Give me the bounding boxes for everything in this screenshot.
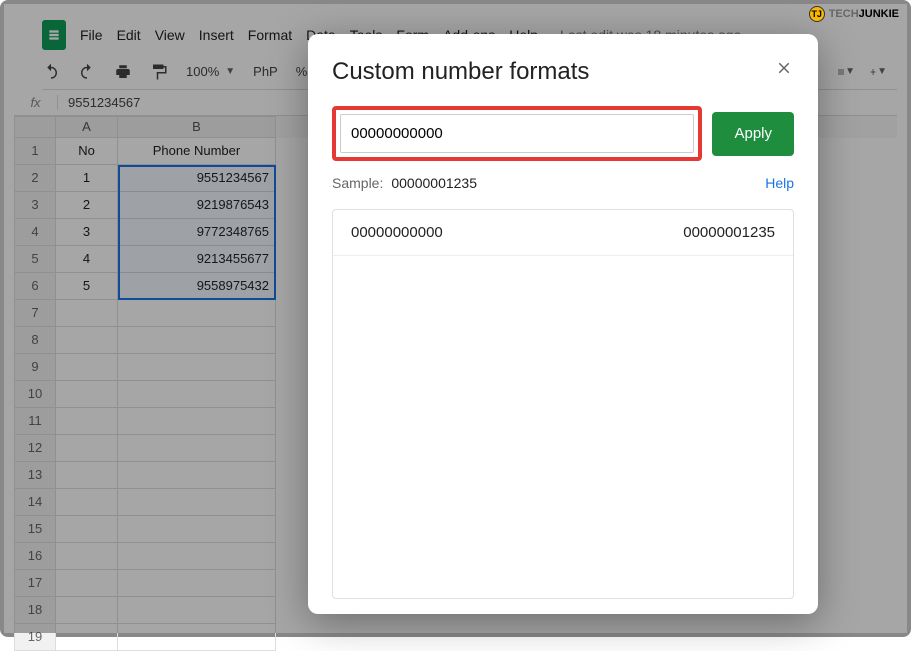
chevron-down-icon: ▼ — [225, 66, 235, 77]
vertical-align-icon[interactable]: ▼ — [869, 63, 887, 81]
row-header[interactable]: 18 — [14, 597, 56, 624]
row-header[interactable]: 5 — [14, 246, 56, 273]
format-input[interactable] — [340, 114, 694, 153]
dialog-title: Custom number formats — [332, 58, 794, 86]
cell[interactable] — [118, 570, 276, 597]
currency-format-button[interactable]: PhP — [253, 64, 278, 79]
cell[interactable] — [56, 597, 118, 624]
sample-label: Sample: — [332, 175, 383, 191]
percent-format-button[interactable]: % — [296, 64, 308, 79]
paint-format-icon[interactable] — [150, 63, 168, 81]
row-header[interactable]: 13 — [14, 462, 56, 489]
cell[interactable] — [56, 543, 118, 570]
zoom-value: 100% — [186, 64, 219, 79]
menu-view[interactable]: View — [155, 27, 185, 43]
formula-label: fx — [14, 95, 58, 110]
row-header[interactable]: 8 — [14, 327, 56, 354]
cell[interactable] — [56, 381, 118, 408]
cell[interactable] — [56, 408, 118, 435]
column-header-a[interactable]: A — [56, 116, 118, 138]
cell[interactable] — [56, 300, 118, 327]
row-header[interactable]: 15 — [14, 516, 56, 543]
formula-value[interactable]: 9551234567 — [58, 95, 140, 110]
row-header[interactable]: 6 — [14, 273, 56, 300]
cell[interactable] — [56, 354, 118, 381]
row-header[interactable]: 16 — [14, 543, 56, 570]
row-header[interactable]: 2 — [14, 165, 56, 192]
cell[interactable]: 1 — [56, 165, 118, 192]
format-list: 00000000000 00000001235 — [332, 209, 794, 599]
cell[interactable] — [56, 570, 118, 597]
cell[interactable] — [118, 597, 276, 624]
row-header[interactable]: 12 — [14, 435, 56, 462]
undo-icon[interactable] — [42, 63, 60, 81]
format-list-item[interactable]: 00000000000 00000001235 — [333, 210, 793, 256]
cell[interactable] — [56, 624, 118, 651]
cell[interactable]: 9213455677 — [118, 246, 276, 273]
cell[interactable] — [56, 327, 118, 354]
cell[interactable] — [56, 516, 118, 543]
cell[interactable]: 2 — [56, 192, 118, 219]
menu-edit[interactable]: Edit — [117, 27, 141, 43]
watermark-icon: TJ — [809, 6, 825, 22]
cell[interactable] — [118, 381, 276, 408]
watermark-text-2: JUNKIE — [859, 8, 899, 20]
cell[interactable] — [118, 624, 276, 651]
cell[interactable]: 3 — [56, 219, 118, 246]
row-header[interactable]: 17 — [14, 570, 56, 597]
cell[interactable] — [56, 435, 118, 462]
column-header-b[interactable]: B — [118, 116, 276, 138]
table-row: 19 — [14, 624, 897, 651]
cell[interactable] — [56, 489, 118, 516]
row-header[interactable]: 11 — [14, 408, 56, 435]
apply-button[interactable]: Apply — [712, 112, 794, 156]
cell[interactable]: 9772348765 — [118, 219, 276, 246]
menu-file[interactable]: File — [80, 27, 103, 43]
cell[interactable] — [118, 327, 276, 354]
format-input-highlight — [332, 106, 702, 161]
cell[interactable] — [118, 462, 276, 489]
format-example: 00000001235 — [683, 224, 775, 241]
row-header[interactable]: 7 — [14, 300, 56, 327]
cell[interactable]: 9551234567 — [118, 165, 276, 192]
print-icon[interactable] — [114, 63, 132, 81]
cell[interactable] — [118, 516, 276, 543]
cell[interactable]: 5 — [56, 273, 118, 300]
watermark: TJ TECHJUNKIE — [809, 6, 899, 22]
close-button[interactable] — [772, 56, 796, 80]
sheets-logo-icon — [42, 20, 66, 50]
format-pattern: 00000000000 — [351, 224, 443, 241]
row-header[interactable]: 9 — [14, 354, 56, 381]
cell[interactable] — [118, 354, 276, 381]
row-header[interactable]: 4 — [14, 219, 56, 246]
select-all-cell[interactable] — [14, 116, 56, 138]
help-link[interactable]: Help — [765, 175, 794, 191]
sample-value: 00000001235 — [391, 175, 477, 191]
row-header[interactable]: 10 — [14, 381, 56, 408]
cell[interactable] — [118, 543, 276, 570]
cell[interactable]: 9558975432 — [118, 273, 276, 300]
row-header[interactable]: 14 — [14, 489, 56, 516]
redo-icon[interactable] — [78, 63, 96, 81]
cell[interactable]: No — [56, 138, 118, 165]
row-header[interactable]: 19 — [14, 624, 56, 651]
cell[interactable] — [56, 462, 118, 489]
menu-insert[interactable]: Insert — [199, 27, 234, 43]
custom-number-formats-dialog: Custom number formats Apply Sample: 0000… — [308, 34, 818, 614]
cell[interactable]: 4 — [56, 246, 118, 273]
watermark-text-1: TECH — [829, 8, 859, 20]
cell[interactable] — [118, 408, 276, 435]
horizontal-align-icon[interactable]: ▼ — [837, 63, 855, 81]
row-header[interactable]: 3 — [14, 192, 56, 219]
cell[interactable]: 9219876543 — [118, 192, 276, 219]
cell[interactable] — [118, 300, 276, 327]
cell[interactable] — [118, 489, 276, 516]
cell[interactable] — [118, 435, 276, 462]
cell[interactable]: Phone Number — [118, 138, 276, 165]
menu-format[interactable]: Format — [248, 27, 292, 43]
zoom-dropdown[interactable]: 100% ▼ — [186, 64, 235, 79]
row-header[interactable]: 1 — [14, 138, 56, 165]
